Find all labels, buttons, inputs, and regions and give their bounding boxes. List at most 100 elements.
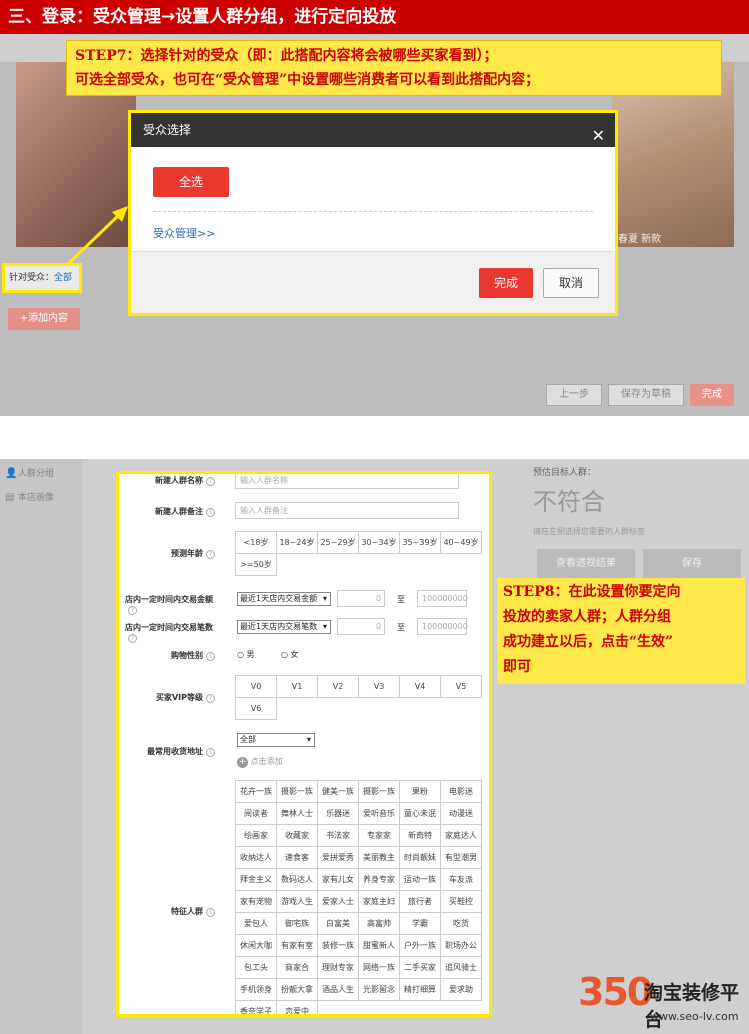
tag-option[interactable]: 二手买家 [399, 956, 441, 979]
tag-option[interactable]: 游戏人生 [276, 890, 318, 913]
tag-option[interactable]: 休闲大咖 [235, 934, 277, 957]
tag-option[interactable]: 有型潮男 [440, 846, 482, 869]
tag-option[interactable]: 车友派 [440, 868, 482, 891]
tag-option[interactable]: 买鞋控 [440, 890, 482, 913]
count-to-input[interactable]: 100000000 [417, 618, 468, 635]
tag-option[interactable]: 爱拼爱秀 [317, 846, 359, 869]
tag-option[interactable]: 爱包人 [235, 912, 277, 935]
age-option[interactable]: 25~29岁 [317, 531, 359, 554]
age-option[interactable]: 40~49岁 [440, 531, 482, 554]
tag-option[interactable]: 爱求助 [440, 978, 482, 1001]
vip-option[interactable]: V4 [399, 675, 441, 698]
tag-option[interactable]: 香奈学子 [235, 1000, 277, 1014]
vip-option[interactable]: V6 [235, 697, 277, 720]
tag-option[interactable]: 光影留念 [358, 978, 400, 1001]
tag-option[interactable]: 美丽教主 [358, 846, 400, 869]
tag-option[interactable]: 家有儿女 [317, 868, 359, 891]
prev-step-button[interactable]: 上一步 [546, 384, 602, 406]
sidebar-item-profile[interactable]: ▤ 本店画像 [0, 487, 82, 509]
tag-option[interactable]: 酒品人生 [317, 978, 359, 1001]
confirm-button[interactable]: 完成 [479, 268, 533, 298]
tag-option[interactable]: 收藏家 [276, 824, 318, 847]
vip-option[interactable]: V0 [235, 675, 277, 698]
tag-option[interactable]: 手机领身 [235, 978, 277, 1001]
tag-option[interactable]: 阅读者 [235, 802, 277, 825]
cancel-button[interactable]: 取消 [543, 268, 599, 298]
sidebar-item-crowd[interactable]: 👤 人群分组 [0, 463, 82, 485]
tag-option[interactable]: 恋爱中 [276, 1000, 318, 1014]
tag-option[interactable]: 专家家 [358, 824, 400, 847]
tag-option[interactable]: 新奇特 [399, 824, 441, 847]
tag-option[interactable]: 动漫迷 [440, 802, 482, 825]
tag-option[interactable]: 追风骑士 [440, 956, 482, 979]
gender-female-radio[interactable]: ○ 女 [281, 649, 299, 660]
tag-option[interactable]: 扮靓大拿 [276, 978, 318, 1001]
address-select[interactable]: 全部 [237, 733, 315, 747]
gender-male-radio[interactable]: ○ 男 [237, 649, 255, 660]
tag-option[interactable]: 吃货 [440, 912, 482, 935]
count-from-input[interactable]: 0 [337, 618, 385, 635]
tag-option[interactable]: 摄影一族 [358, 780, 400, 803]
tag-option[interactable]: 乐器迷 [317, 802, 359, 825]
tag-option[interactable]: 商家合 [276, 956, 318, 979]
select-all-button[interactable]: 全选 [153, 167, 229, 197]
vip-option[interactable]: V2 [317, 675, 359, 698]
tag-option[interactable]: 白富美 [317, 912, 359, 935]
age-option[interactable]: 18~24岁 [276, 531, 318, 554]
tag-option[interactable]: 职场办公 [440, 934, 482, 957]
age-option[interactable]: 30~34岁 [358, 531, 400, 554]
save-draft-button[interactable]: 保存为草稿 [608, 384, 684, 406]
close-icon[interactable]: ✕ [592, 119, 605, 153]
tag-option[interactable]: 健美一族 [317, 780, 359, 803]
tag-option[interactable]: 装修一族 [317, 934, 359, 957]
tag-option[interactable]: 爱听音乐 [358, 802, 400, 825]
tag-option[interactable]: 数码达人 [276, 868, 318, 891]
tag-option[interactable]: 速食客 [276, 846, 318, 869]
save-button[interactable]: 保存 [643, 549, 741, 579]
count-period-select[interactable]: 最近1天店内交易笔数 [237, 620, 331, 634]
tag-option[interactable]: 高富帅 [358, 912, 400, 935]
add-content-button[interactable]: +添加内容 [8, 308, 80, 330]
view-result-button[interactable]: 查看透视结果 [537, 549, 635, 579]
tag-option[interactable]: 拜金主义 [235, 868, 277, 891]
tag-option[interactable]: 御宅族 [276, 912, 318, 935]
vip-option[interactable]: V3 [358, 675, 400, 698]
crowd-name-input[interactable]: 输入人群名称 [235, 474, 459, 489]
age-option[interactable]: <18岁 [235, 531, 277, 554]
tag-option[interactable]: 书法家 [317, 824, 359, 847]
age-option[interactable]: >=50岁 [235, 553, 277, 576]
audience-manage-link[interactable]: 受众管理>> [153, 225, 215, 241]
tag-option[interactable]: 收纳达人 [235, 846, 277, 869]
tag-option[interactable]: 旅行者 [399, 890, 441, 913]
tag-option[interactable]: 爱家人士 [317, 890, 359, 913]
tag-option[interactable]: 学霸 [399, 912, 441, 935]
tag-option[interactable]: 花卉一族 [235, 780, 277, 803]
tag-option[interactable]: 绘画家 [235, 824, 277, 847]
add-address-button[interactable]: + 点击添加 [237, 756, 283, 768]
tag-option[interactable]: 摄影一族 [276, 780, 318, 803]
amount-to-input[interactable]: 100000000 [417, 590, 468, 607]
tag-option[interactable]: 家庭主妇 [358, 890, 400, 913]
tag-option[interactable]: 家庭达人 [440, 824, 482, 847]
tag-option[interactable]: 理财专家 [317, 956, 359, 979]
vip-option[interactable]: V5 [440, 675, 482, 698]
tag-option[interactable]: 童心未泯 [399, 802, 441, 825]
tag-option[interactable]: 时尚靓妹 [399, 846, 441, 869]
done-button[interactable]: 完成 [690, 384, 734, 406]
vip-option[interactable]: V1 [276, 675, 318, 698]
tag-option[interactable]: 有家有室 [276, 934, 318, 957]
tag-option[interactable]: 运动一族 [399, 868, 441, 891]
tag-option[interactable]: 网络一族 [358, 956, 400, 979]
amount-period-select[interactable]: 最近1天店内交易金额 [237, 592, 331, 606]
age-option[interactable]: 35~39岁 [399, 531, 441, 554]
tag-option[interactable]: 包工头 [235, 956, 277, 979]
target-value-link[interactable]: 全部 [54, 273, 72, 283]
tag-option[interactable]: 果粉 [399, 780, 441, 803]
tag-option[interactable]: 精打细算 [399, 978, 441, 1001]
tag-option[interactable]: 舞林人士 [276, 802, 318, 825]
amount-from-input[interactable]: 0 [337, 590, 385, 607]
tag-option[interactable]: 甜蜜新人 [358, 934, 400, 957]
tag-option[interactable]: 户外一族 [399, 934, 441, 957]
crowd-note-input[interactable]: 输入人群备注 [235, 502, 459, 519]
tag-option[interactable]: 家有宠物 [235, 890, 277, 913]
